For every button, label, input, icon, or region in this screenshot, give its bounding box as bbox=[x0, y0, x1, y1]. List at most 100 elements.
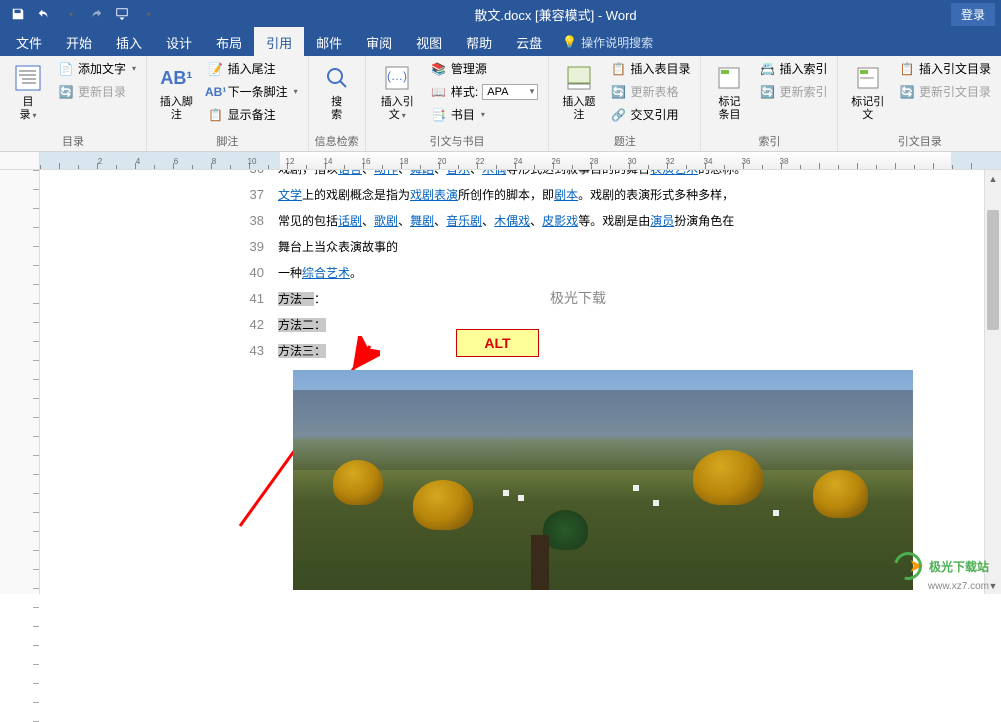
mark-entry-button[interactable]: 标记 条目 bbox=[707, 58, 751, 126]
redo-icon[interactable] bbox=[84, 2, 108, 26]
line-number: 37 bbox=[230, 182, 264, 208]
line-number: 40 bbox=[230, 260, 264, 286]
insert-endnote-button[interactable]: 📝插入尾注 bbox=[204, 58, 302, 79]
tab-design[interactable]: 设计 bbox=[154, 27, 204, 58]
text-line[interactable]: 39舞台上当众表演故事的 bbox=[230, 234, 1001, 260]
group-citations: (…) 插入引文 📚管理源 📖样式: APA 📑书目 引文与书目 bbox=[366, 56, 550, 151]
search-button[interactable]: 搜 索 bbox=[315, 58, 359, 126]
tab-mailings[interactable]: 邮件 bbox=[304, 27, 354, 58]
mark-cite-icon bbox=[852, 62, 884, 94]
scroll-thumb[interactable] bbox=[987, 210, 999, 330]
text-line[interactable]: 42方法二： bbox=[230, 312, 1001, 338]
toc-label: 目 录 bbox=[19, 96, 36, 122]
save-icon[interactable] bbox=[6, 2, 30, 26]
vertical-scrollbar[interactable]: ▲ ▼ bbox=[984, 170, 1001, 594]
citation-style-row: 📖样式: APA bbox=[427, 81, 542, 102]
insert-idx-icon: 📇 bbox=[759, 61, 775, 77]
update-toc-icon: 🔄 bbox=[58, 84, 74, 100]
undo-dropdown[interactable] bbox=[58, 2, 82, 26]
tab-view[interactable]: 视图 bbox=[404, 27, 454, 58]
next-footnote-button[interactable]: AB¹下一条脚注 bbox=[204, 81, 302, 102]
tab-help[interactable]: 帮助 bbox=[454, 27, 504, 58]
group-label-research: 信息检索 bbox=[315, 131, 359, 151]
line-text[interactable]: 戏剧，指以语言、动作、舞蹈、音乐、木偶等形式达到叙事目的的舞台表演艺术的总称。 bbox=[278, 170, 746, 182]
brand-icon bbox=[888, 547, 926, 585]
line-number: 43 bbox=[230, 338, 264, 364]
text-line[interactable]: 37 文学上的戏剧概念是指为戏剧表演所创作的脚本，即剧本。戏剧的表演形式多种多样， bbox=[230, 182, 1001, 208]
endnote-icon: 📝 bbox=[208, 61, 224, 77]
group-captions: 插入题注 📋插入表目录 🔄更新表格 🔗交叉引用 题注 bbox=[549, 56, 701, 151]
text-line[interactable]: 36戏剧，指以语言、动作、舞蹈、音乐、木偶等形式达到叙事目的的舞台表演艺术的总称… bbox=[230, 170, 1001, 182]
tab-layout[interactable]: 布局 bbox=[204, 27, 254, 58]
update-toc-button[interactable]: 🔄更新目录 bbox=[54, 81, 140, 102]
tof-icon: 📋 bbox=[610, 61, 626, 77]
line-text[interactable]: 舞台上当众表演故事的 bbox=[278, 234, 398, 260]
text-line[interactable]: 43 方法三： bbox=[230, 338, 1001, 364]
update-tbl-icon: 🔄 bbox=[610, 84, 626, 100]
undo-icon[interactable] bbox=[32, 2, 56, 26]
group-label-citations: 引文与书目 bbox=[372, 131, 543, 151]
crossref-icon: 🔗 bbox=[610, 107, 626, 123]
bibliography-button[interactable]: 📑书目 bbox=[427, 104, 542, 125]
toc-button[interactable]: 目 录 bbox=[6, 58, 50, 126]
line-text[interactable]: 常见的包括话剧、歌剧、舞剧、音乐剧、木偶戏、皮影戏等。戏剧是由演员扮演角色在 bbox=[278, 208, 734, 234]
menubar: 文件 开始 插入 设计 布局 引用 邮件 审阅 视图 帮助 云盘 💡 操作说明搜… bbox=[0, 28, 1001, 56]
brand-logo: ➤ 极光下载站 bbox=[894, 552, 989, 580]
qat-more[interactable] bbox=[136, 2, 160, 26]
update-idx-icon: 🔄 bbox=[759, 84, 775, 100]
line-text[interactable]: 方法一： bbox=[278, 286, 326, 312]
ribbon: 目 录 📄添加文字 🔄更新目录 目录 AB¹ 插入脚注 📝插入尾注 AB¹下一条… bbox=[0, 56, 1001, 152]
group-label-toc: 目录 bbox=[6, 131, 140, 151]
update-table-button[interactable]: 🔄更新表格 bbox=[606, 81, 694, 102]
titlebar: 散文.docx [兼容模式] - Word 登录 bbox=[0, 0, 1001, 28]
manage-sources-button[interactable]: 📚管理源 bbox=[427, 58, 542, 79]
document-area: 36戏剧，指以语言、动作、舞蹈、音乐、木偶等形式达到叙事目的的舞台表演艺术的总称… bbox=[0, 170, 1001, 594]
text-line[interactable]: 41方法一： bbox=[230, 286, 1001, 312]
tell-me-label: 操作说明搜索 bbox=[581, 34, 653, 51]
tell-me-search[interactable]: 💡 操作说明搜索 bbox=[562, 34, 653, 51]
update-index-button[interactable]: 🔄更新索引 bbox=[755, 81, 831, 102]
insert-footnote-button[interactable]: AB¹ 插入脚注 bbox=[153, 58, 200, 126]
add-text-button[interactable]: 📄添加文字 bbox=[54, 58, 140, 79]
insert-tof-button[interactable]: 📋插入表目录 bbox=[606, 58, 694, 79]
svg-text:(…): (…) bbox=[387, 69, 407, 83]
text-line[interactable]: 40 一种综合艺术。 bbox=[230, 260, 1001, 286]
style-combo[interactable]: APA bbox=[482, 84, 538, 100]
show-notes-icon: 📋 bbox=[208, 107, 224, 123]
cross-ref-button[interactable]: 🔗交叉引用 bbox=[606, 104, 694, 125]
document-page[interactable]: 36戏剧，指以语言、动作、舞蹈、音乐、木偶等形式达到叙事目的的舞台表演艺术的总称… bbox=[40, 170, 1001, 594]
quick-access-toolbar bbox=[6, 2, 160, 26]
insert-citation-button[interactable]: (…) 插入引文 bbox=[372, 58, 423, 126]
tab-file[interactable]: 文件 bbox=[4, 27, 54, 58]
insert-index-button[interactable]: 📇插入索引 bbox=[755, 58, 831, 79]
mark-citation-button[interactable]: 标记引文 bbox=[844, 58, 890, 126]
inline-image[interactable] bbox=[293, 370, 913, 590]
vertical-ruler[interactable] bbox=[0, 170, 40, 594]
update-toa-button[interactable]: 🔄更新引文目录 bbox=[895, 81, 995, 102]
text-line[interactable]: 38常见的包括话剧、歌剧、舞剧、音乐剧、木偶戏、皮影戏等。戏剧是由演员扮演角色在 bbox=[230, 208, 1001, 234]
insert-toa-button[interactable]: 📋插入引文目录 bbox=[895, 58, 995, 79]
next-fn-icon: AB¹ bbox=[208, 84, 224, 100]
add-text-icon: 📄 bbox=[58, 61, 74, 77]
style-icon: 📖 bbox=[431, 84, 447, 100]
line-text[interactable]: 一种综合艺术。 bbox=[278, 260, 362, 286]
insert-caption-button[interactable]: 插入题注 bbox=[555, 58, 602, 126]
line-text[interactable]: 方法二： bbox=[278, 312, 326, 338]
show-notes-button[interactable]: 📋显示备注 bbox=[204, 104, 302, 125]
scroll-up-icon[interactable]: ▲ bbox=[985, 170, 1001, 187]
tab-home[interactable]: 开始 bbox=[54, 27, 104, 58]
group-index: 标记 条目 📇插入索引 🔄更新索引 索引 bbox=[701, 56, 838, 151]
tab-references[interactable]: 引用 bbox=[254, 27, 304, 58]
qat-customize-icon[interactable] bbox=[110, 2, 134, 26]
line-text[interactable]: 文学上的戏剧概念是指为戏剧表演所创作的脚本，即剧本。戏剧的表演形式多种多样， bbox=[278, 182, 734, 208]
tab-review[interactable]: 审阅 bbox=[354, 27, 404, 58]
line-text[interactable]: 方法三： bbox=[278, 338, 326, 364]
group-research: 搜 索 信息检索 bbox=[309, 56, 366, 151]
footnote-icon: AB¹ bbox=[160, 62, 192, 94]
login-button[interactable]: 登录 bbox=[951, 3, 995, 26]
tab-insert[interactable]: 插入 bbox=[104, 27, 154, 58]
group-toc: 目 录 📄添加文字 🔄更新目录 目录 bbox=[0, 56, 147, 151]
caption-icon bbox=[563, 62, 595, 94]
tab-cloud[interactable]: 云盘 bbox=[504, 27, 554, 58]
horizontal-ruler[interactable]: 2468101214161820222426283032343638 bbox=[0, 152, 1001, 170]
